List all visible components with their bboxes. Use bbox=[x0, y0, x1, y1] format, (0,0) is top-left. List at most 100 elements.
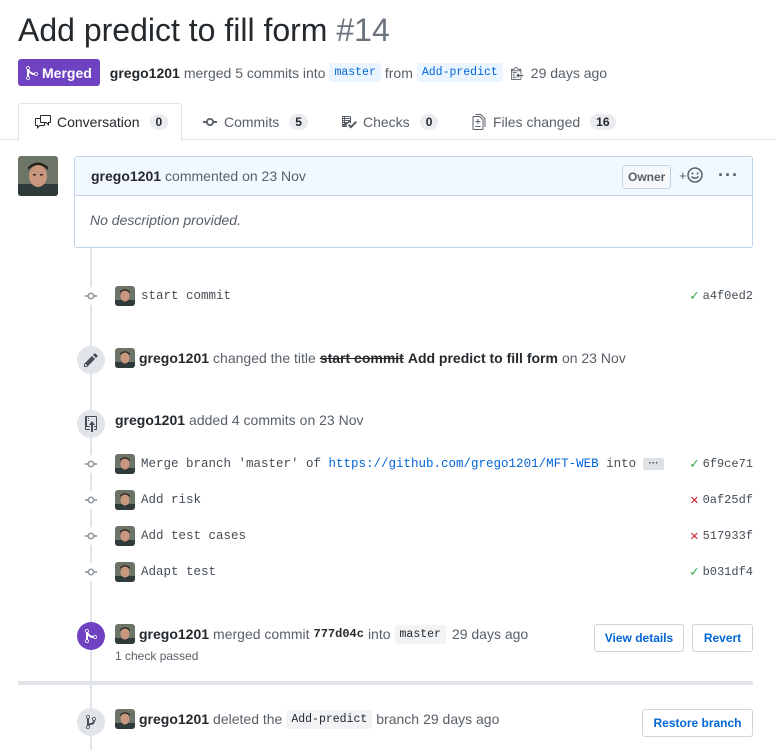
avatar[interactable] bbox=[115, 624, 135, 644]
add-reaction-button[interactable]: + bbox=[679, 167, 703, 183]
event-author-link[interactable]: grego1201 bbox=[139, 711, 209, 727]
head-branch[interactable]: Add-predict bbox=[416, 63, 503, 82]
kebab-menu-icon[interactable]: ··· bbox=[718, 165, 739, 186]
commit-sha: ✕ 517933f bbox=[690, 528, 753, 545]
commit-row: Adapt test ✓ b031df4 bbox=[82, 561, 753, 583]
event-time[interactable]: 29 days ago bbox=[423, 711, 499, 727]
git-commit-icon bbox=[82, 287, 100, 305]
merge-icon bbox=[85, 628, 97, 643]
comment-author-avatar[interactable] bbox=[18, 156, 58, 196]
commit-message-link[interactable]: start commit bbox=[141, 289, 231, 303]
tab-label: Conversation bbox=[57, 114, 140, 130]
check-icon[interactable]: ✓ bbox=[690, 288, 698, 305]
branch-event-badge bbox=[77, 708, 105, 736]
tab-counter: 0 bbox=[419, 113, 439, 130]
comment-author-link[interactable]: grego1201 bbox=[91, 168, 161, 184]
tab-counter: 5 bbox=[289, 113, 308, 130]
pencil-icon bbox=[84, 353, 98, 367]
pr-author-link[interactable]: grego1201 bbox=[110, 65, 180, 81]
commit-sha: ✕ 0af25df bbox=[690, 492, 753, 509]
x-icon[interactable]: ✕ bbox=[690, 492, 698, 509]
avatar[interactable] bbox=[115, 562, 135, 582]
commit-sha: ✓ a4f0ed2 bbox=[690, 288, 753, 305]
merged-event-badge bbox=[77, 622, 105, 650]
event-action: added 4 commits bbox=[189, 412, 296, 428]
commit-url-link[interactable]: https://github.com/grego1201/MFT-WEB bbox=[329, 457, 599, 471]
base-branch[interactable]: master bbox=[329, 63, 381, 82]
comment-body: No description provided. bbox=[90, 212, 241, 228]
file-diff-icon bbox=[472, 113, 486, 130]
pr-number: #14 bbox=[336, 12, 390, 48]
avatar[interactable] bbox=[115, 526, 135, 546]
repo-push-event-badge bbox=[77, 410, 105, 438]
commit-message-link[interactable]: Add risk bbox=[141, 493, 201, 507]
state-label: Merged bbox=[42, 64, 92, 81]
comment-header: grego1201 commented on 23 Nov Owner + ··… bbox=[75, 157, 752, 196]
check-icon[interactable]: ✓ bbox=[690, 456, 698, 473]
git-commit-icon bbox=[203, 117, 217, 126]
pr-tabs: Conversation 0 Commits 5 Checks 0 Files … bbox=[0, 103, 776, 141]
smiley-icon bbox=[686, 167, 703, 183]
commit-sha-link[interactable]: 6f9ce71 bbox=[703, 457, 753, 471]
tab-files-changed[interactable]: Files changed 16 bbox=[471, 103, 616, 140]
commit-sha: ✓ b031df4 bbox=[690, 564, 753, 581]
repo-push-icon bbox=[85, 416, 97, 432]
view-details-button[interactable]: View details bbox=[594, 624, 684, 652]
avatar[interactable] bbox=[115, 348, 135, 368]
clipboard-icon[interactable] bbox=[510, 66, 523, 80]
commit-message-text[interactable]: Merge branch 'master' of bbox=[141, 457, 329, 471]
merge-event: grego1201 merged commit 777d04c into mas… bbox=[115, 624, 528, 644]
pencil-event-badge bbox=[77, 346, 105, 374]
timeline-divider bbox=[18, 681, 753, 685]
tab-counter: 0 bbox=[149, 114, 169, 130]
tab-label: Checks bbox=[363, 113, 410, 130]
git-branch-icon bbox=[86, 715, 96, 729]
commit-row: Add test cases ✕ 517933f bbox=[82, 525, 753, 547]
tab-commits[interactable]: Commits 5 bbox=[202, 103, 308, 140]
comment-discussion-icon bbox=[35, 115, 51, 129]
git-commit-icon bbox=[82, 455, 100, 473]
tab-checks[interactable]: Checks 0 bbox=[341, 103, 439, 140]
target-branch[interactable]: master bbox=[394, 624, 446, 644]
event-action: changed the title bbox=[213, 350, 316, 366]
commit-message-link[interactable]: Add test cases bbox=[141, 529, 246, 543]
avatar-photo bbox=[18, 156, 58, 196]
comment-action: commented on 23 Nov bbox=[165, 168, 306, 184]
avatar[interactable] bbox=[115, 490, 135, 510]
merge-commit-sha-link[interactable]: 777d04c bbox=[314, 627, 364, 641]
git-commit-icon bbox=[82, 491, 100, 509]
revert-button[interactable]: Revert bbox=[692, 624, 753, 652]
avatar[interactable] bbox=[115, 286, 135, 306]
avatar[interactable] bbox=[115, 454, 135, 474]
check-icon[interactable]: ✓ bbox=[690, 564, 698, 581]
commit-sha-link[interactable]: a4f0ed2 bbox=[703, 289, 753, 303]
commit-sha-link[interactable]: b031df4 bbox=[703, 565, 753, 579]
git-commit-icon bbox=[82, 563, 100, 581]
branch-word: branch bbox=[376, 711, 420, 727]
pr-meta: Merged grego1201 merged 5 commits into m… bbox=[18, 59, 607, 86]
avatar[interactable] bbox=[115, 709, 135, 729]
tab-label: Files changed bbox=[493, 113, 581, 130]
commit-sha-link[interactable]: 517933f bbox=[703, 529, 753, 543]
commit-message-link[interactable]: Adapt test bbox=[141, 565, 216, 579]
event-time[interactable]: 29 days ago bbox=[452, 626, 528, 642]
event-author-link[interactable]: grego1201 bbox=[139, 626, 209, 642]
merge-icon bbox=[26, 65, 38, 80]
event-author-link[interactable]: grego1201 bbox=[115, 412, 185, 428]
event-author-link[interactable]: grego1201 bbox=[139, 350, 209, 366]
tab-conversation[interactable]: Conversation 0 bbox=[18, 103, 182, 141]
x-icon[interactable]: ✕ bbox=[690, 528, 698, 545]
restore-branch-button[interactable]: Restore branch bbox=[642, 709, 753, 737]
new-title: Add predict to fill form bbox=[407, 350, 558, 366]
title-change-event: grego1201 changed the title start commit… bbox=[115, 348, 626, 368]
added-commits-event: grego1201 added 4 commits on 23 Nov bbox=[115, 412, 363, 428]
event-time[interactable]: on 23 Nov bbox=[300, 412, 364, 428]
pr-action-text: merged 5 commits into bbox=[183, 64, 326, 81]
event-time[interactable]: on 23 Nov bbox=[562, 350, 626, 366]
tab-label: Commits bbox=[224, 113, 280, 130]
commit-row: Add risk ✕ 0af25df bbox=[82, 489, 753, 511]
expand-message-button[interactable]: ··· bbox=[643, 458, 664, 470]
commit-sha-link[interactable]: 0af25df bbox=[703, 493, 753, 507]
commit-message-text[interactable]: into Ad… bbox=[599, 457, 637, 471]
commit-message[interactable]: Merge branch 'master' of https://github.… bbox=[141, 457, 637, 471]
